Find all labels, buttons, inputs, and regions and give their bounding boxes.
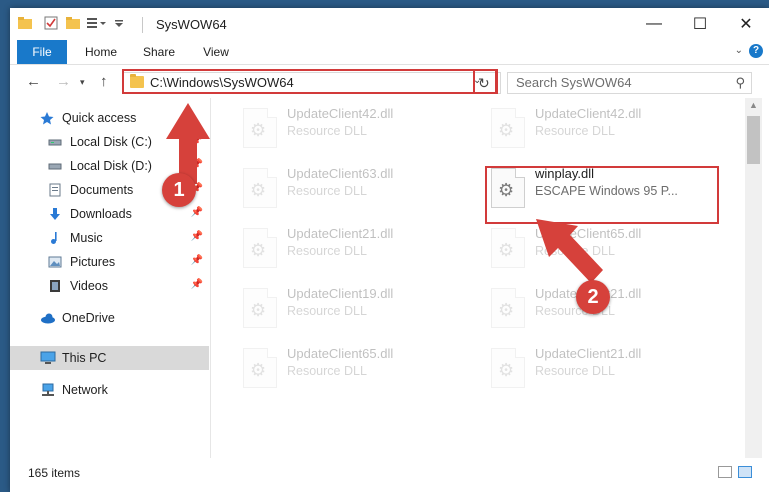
arrow-1-icon bbox=[166, 103, 210, 184]
arrow-2-icon bbox=[536, 219, 603, 283]
step-1-badge: 1 bbox=[162, 173, 196, 207]
step-2-badge: 2 bbox=[576, 280, 610, 314]
file-explorer-window: SysWOW64 — ☐ ✕ File Home Share View ⌄ ? … bbox=[10, 8, 769, 492]
annotation-arrows bbox=[166, 103, 603, 283]
